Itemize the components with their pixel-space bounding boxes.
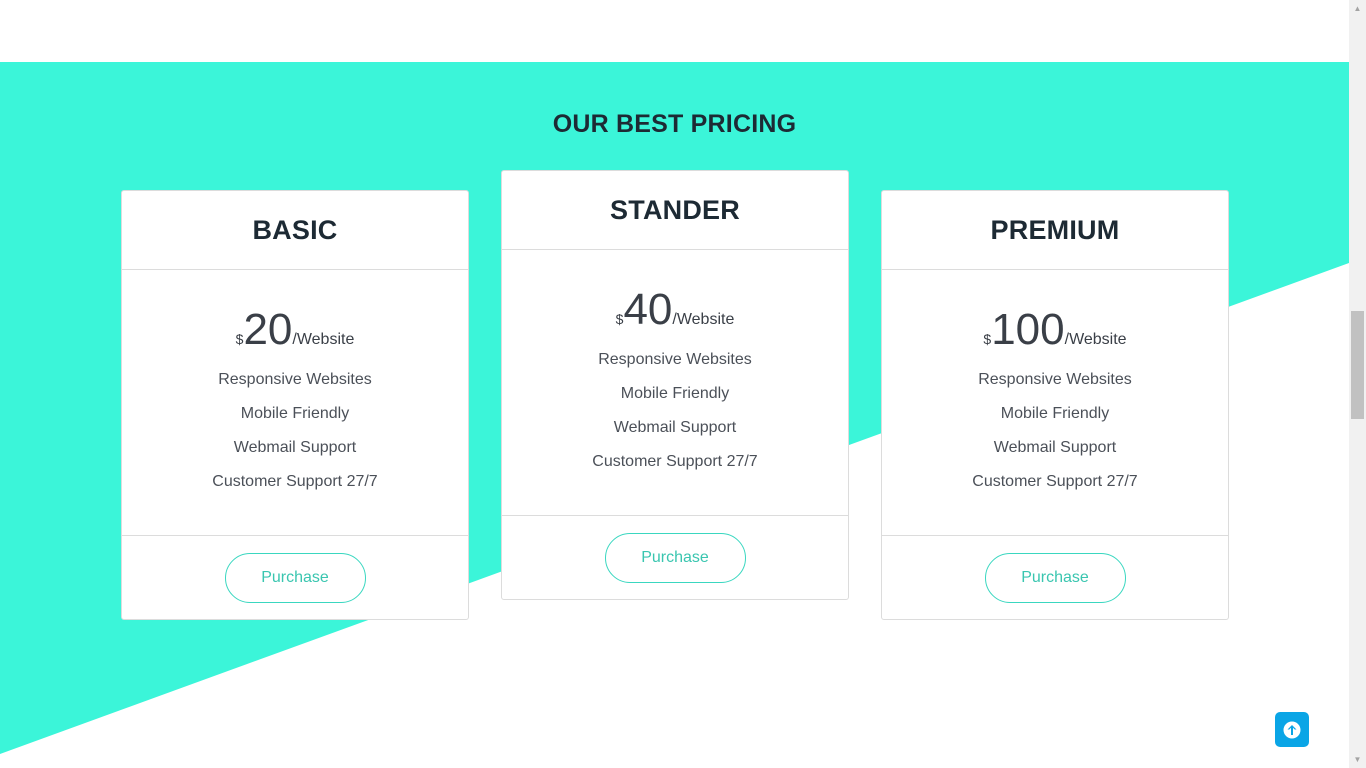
feature-item: Webmail Support (233, 439, 357, 456)
feature-list: Responsive Websites Mobile Friendly Webm… (502, 343, 848, 479)
pricing-card-premium: PREMIUM $100/Website Responsive Websites… (881, 190, 1229, 620)
arrow-up-icon (1283, 721, 1301, 738)
feature-item: Mobile Friendly (620, 385, 730, 402)
feature-item: Mobile Friendly (1000, 405, 1110, 422)
pricing-card-stander: STANDER $40/Website Responsive Websites … (501, 170, 849, 600)
feature-item: Responsive Websites (218, 371, 372, 388)
feature-list: Responsive Websites Mobile Friendly Webm… (122, 363, 468, 499)
purchase-button-basic[interactable]: Purchase (224, 552, 366, 603)
plan-price: $100/Website (882, 308, 1228, 356)
price-unit: /Website (672, 311, 735, 328)
feature-item: Customer Support 27/7 (592, 453, 758, 470)
card-footer: Purchase (122, 536, 468, 619)
price-amount: 20 (243, 305, 293, 354)
purchase-button-stander[interactable]: Purchase (604, 532, 746, 583)
feature-item: Webmail Support (613, 419, 737, 436)
card-header: PREMIUM (882, 191, 1228, 270)
purchase-button-premium[interactable]: Purchase (984, 552, 1126, 603)
price-amount: 40 (623, 285, 673, 334)
feature-item: Mobile Friendly (240, 405, 350, 422)
price-unit: /Website (292, 331, 355, 348)
plan-price: $20/Website (122, 308, 468, 356)
plan-name: BASIC (252, 214, 338, 245)
plan-name: STANDER (610, 194, 740, 225)
back-to-top-button[interactable] (1275, 712, 1309, 747)
plan-price: $40/Website (502, 288, 848, 336)
feature-item: Webmail Support (993, 439, 1117, 456)
card-footer: Purchase (882, 536, 1228, 619)
card-body: $20/Website Responsive Websites Mobile F… (122, 270, 468, 536)
price-amount: 100 (991, 305, 1065, 354)
section-title: OUR BEST PRICING (552, 110, 797, 138)
feature-list: Responsive Websites Mobile Friendly Webm… (882, 363, 1228, 499)
card-header: STANDER (502, 171, 848, 250)
card-footer: Purchase (502, 516, 848, 599)
scroll-down-arrow-icon[interactable]: ▼ (1349, 751, 1366, 768)
feature-item: Responsive Websites (978, 371, 1132, 388)
card-body: $40/Website Responsive Websites Mobile F… (502, 250, 848, 516)
scroll-up-arrow-icon[interactable]: ▲ (1349, 0, 1366, 17)
price-unit: /Website (1064, 331, 1127, 348)
vertical-scrollbar[interactable]: ▲ ▼ (1349, 0, 1366, 768)
card-body: $100/Website Responsive Websites Mobile … (882, 270, 1228, 536)
feature-item: Customer Support 27/7 (212, 473, 378, 490)
scrollbar-thumb[interactable] (1351, 311, 1364, 419)
pricing-card-basic: BASIC $20/Website Responsive Websites Mo… (121, 190, 469, 620)
card-header: BASIC (122, 191, 468, 270)
feature-item: Responsive Websites (598, 351, 752, 368)
feature-item: Customer Support 27/7 (972, 473, 1138, 490)
plan-name: PREMIUM (990, 214, 1120, 245)
